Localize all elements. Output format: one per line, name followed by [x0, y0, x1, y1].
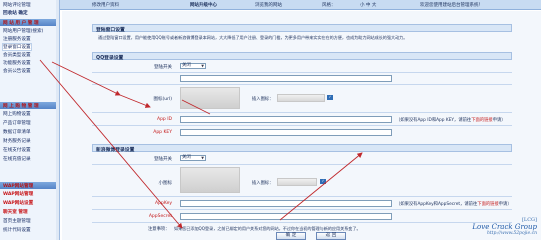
- watermark: [LCG] Love Crack Group http://www.52poji…: [472, 217, 537, 236]
- sidebar-group-shopping[interactable]: 网 上 购 物 管 理: [0, 102, 59, 109]
- qq-icon-preview: [180, 87, 240, 109]
- sina-appsecret-field[interactable]: [180, 213, 392, 220]
- sina-apply-link[interactable]: 下面的链接: [477, 202, 498, 207]
- sidebar-item-member-type[interactable]: 会员类型设置: [3, 52, 31, 58]
- section-login-window-header: 登陆窗口设置: [92, 24, 512, 33]
- sidebar-item-chatroom[interactable]: 聊天室 管理: [3, 209, 28, 215]
- qq-switch-select[interactable]: 关闭: [180, 63, 206, 69]
- sidebar-item-payment[interactable]: 在线支付设置: [3, 147, 31, 153]
- sina-appkey-field[interactable]: [180, 200, 392, 207]
- section-qq-header: QQ登录设置: [92, 52, 512, 61]
- divider: [92, 72, 512, 73]
- sidebar-item-wap-manage[interactable]: WAP网站管理: [3, 191, 33, 197]
- sidebar-item-register[interactable]: 注册服务设置: [3, 36, 31, 42]
- divider: [92, 112, 512, 113]
- qq-appid-field[interactable]: [180, 116, 392, 123]
- sina-switch-select[interactable]: 关闭: [180, 155, 206, 161]
- main-panel: 登陆窗口设置 通过登陆窗口设置，用户能使用QQ账号或者新浪微博登录本网站，大大降…: [62, 11, 541, 240]
- sidebar: 网站评论管理 回收站 确定 网 站 用 户 管 理 网站用户管理(搜索) 注册服…: [0, 0, 60, 240]
- sidebar-item-comments[interactable]: 网站评论管理: [3, 2, 31, 8]
- qq-appkey-label: App KEY: [153, 130, 172, 135]
- sina-insert-icon-label: 插入图标：: [252, 181, 274, 186]
- section-description: 通过登陆窗口设置，用户能使用QQ账号或者新浪微博登录本网站，大大降低了用户注册、…: [98, 35, 408, 40]
- confirm-button[interactable]: 确 定: [276, 232, 306, 240]
- sidebar-item-services[interactable]: 功能服务设置: [3, 60, 31, 66]
- notice-label: 注意事项：: [148, 227, 170, 232]
- qq-appid-hint: （如果没有App ID和App KEY，请前往下面的链接申请）: [396, 118, 506, 123]
- qq-switch-label: 登陆开关: [154, 65, 172, 70]
- section-sina-header: 新浪微博登录设置: [92, 144, 512, 153]
- sina-switch-label: 登陆开关: [154, 157, 172, 162]
- sina-login-button-image[interactable]: [277, 178, 317, 186]
- divider: [92, 84, 512, 85]
- sidebar-scrollbar[interactable]: [56, 0, 59, 240]
- sina-check-icon[interactable]: ✓: [320, 179, 326, 184]
- sidebar-group-wap[interactable]: WAP网站管理: [0, 182, 59, 189]
- divider: [92, 222, 512, 223]
- sidebar-item-user-search[interactable]: 网站用户管理(搜索): [3, 28, 43, 34]
- sidebar-item-recycle[interactable]: 回收站 确定: [3, 10, 28, 16]
- edit-profile-link[interactable]: 修改用户资料: [92, 2, 119, 8]
- qq-apply-link[interactable]: 下面的链接: [471, 118, 492, 123]
- sidebar-item-orders[interactable]: 产品订单管理: [3, 120, 31, 126]
- qq-appkey-field[interactable]: [180, 129, 392, 136]
- qq-blank-field[interactable]: [180, 75, 392, 82]
- qq-insert-icon-label: 插入图标：: [252, 97, 274, 102]
- divider: [92, 125, 512, 126]
- view-site-link[interactable]: 浏览我的网站: [255, 2, 282, 8]
- sidebar-item-shop-settings[interactable]: 网上购物设置: [3, 111, 31, 117]
- divider: [92, 164, 512, 165]
- welcome-text: 欢迎您使用建站后台管理系统！: [420, 3, 483, 8]
- sidebar-item-stats-code[interactable]: 统计代码设置: [3, 227, 31, 233]
- sidebar-item-recharge[interactable]: 在线充值记录: [3, 156, 31, 162]
- sidebar-item-home-topics[interactable]: 首页主题管理: [3, 218, 31, 224]
- qq-appid-label: App ID: [156, 117, 172, 122]
- sina-appkey-hint: （如果没有AppKey和AppSecret，请前往下面的链接申请）: [396, 202, 512, 207]
- sidebar-group-users[interactable]: 网 站 用 户 管 理: [0, 19, 59, 26]
- sidebar-item-order-list[interactable]: 数据订单清单: [3, 129, 31, 135]
- watermark-url: http://www.52pojie.cn: [486, 231, 537, 236]
- sidebar-item-member-notice[interactable]: 会员公告设置: [3, 68, 31, 74]
- back-button[interactable]: 返 回: [316, 232, 346, 240]
- sina-icon-label: 小图标: [158, 181, 173, 186]
- sina-appsecret-label: AppSecret: [148, 214, 172, 219]
- qq-login-button-image[interactable]: [277, 94, 325, 102]
- sidebar-item-finance[interactable]: 财务服务记录: [3, 138, 31, 144]
- style-label: 风格：: [322, 3, 336, 8]
- watermark-name: Love Crack Group: [472, 223, 537, 231]
- sina-appkey-label: AppKey: [155, 201, 172, 206]
- top-navigation-bar: 修改用户资料 网站升级中心 浏览我的网站 风格： 小 中 大 欢迎您使用建站后台…: [0, 0, 541, 10]
- qq-icon-label: 图标(url): [153, 97, 172, 102]
- sidebar-item-login-window[interactable]: 登录窗口设置: [2, 43, 32, 51]
- qq-check-icon[interactable]: ✓: [327, 95, 333, 100]
- divider: [92, 209, 512, 210]
- font-size-switch[interactable]: 小 中 大: [360, 2, 376, 8]
- divider: [92, 196, 512, 197]
- upgrade-center-link[interactable]: 网站升级中心: [190, 2, 217, 8]
- sidebar-item-wap-settings[interactable]: WAP网站设置: [3, 200, 33, 206]
- sina-icon-preview: [180, 167, 240, 193]
